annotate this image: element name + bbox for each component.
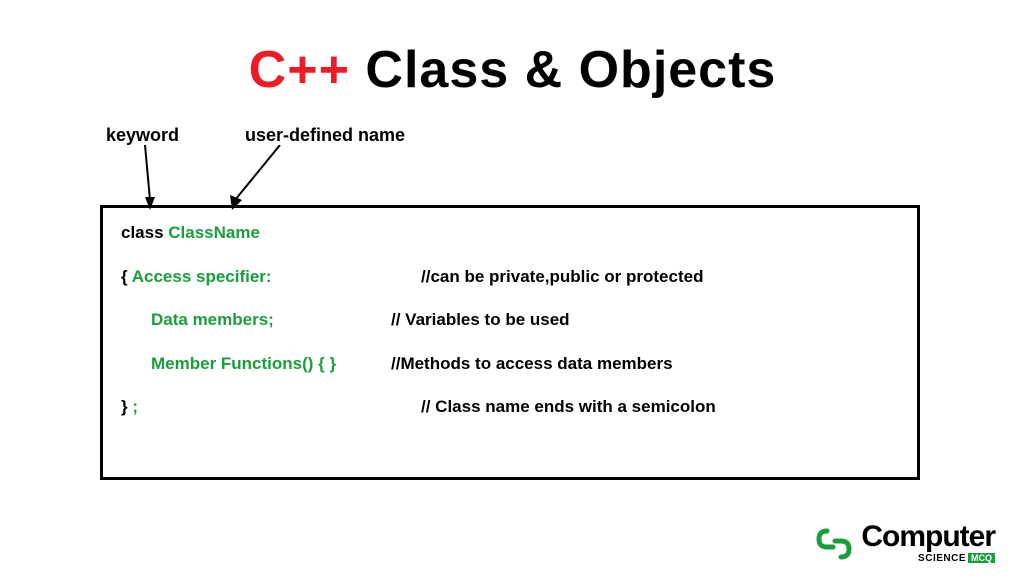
- label-userdefined: user-defined name: [245, 125, 405, 146]
- code-line-1: class ClassName: [121, 220, 899, 246]
- comment-data: // Variables to be used: [391, 307, 570, 333]
- code-line-5: } ; // Class name ends with a semicolon: [121, 394, 899, 420]
- logo-area: Computer SCIENCEMCQ: [813, 523, 995, 565]
- comment-methods: //Methods to access data members: [391, 351, 673, 377]
- title-rest: Class & Objects: [350, 41, 776, 99]
- logo-mcq-badge: MCQ: [968, 553, 995, 563]
- logo-sub-row: SCIENCEMCQ: [918, 550, 995, 564]
- code-line-4: Member Functions() { } //Methods to acce…: [121, 351, 899, 377]
- class-keyword: class: [121, 223, 168, 242]
- close-brace: }: [121, 397, 132, 416]
- code-line-2: { Access specifier: //can be private,pub…: [121, 264, 899, 290]
- code-line-3: Data members; // Variables to be used: [121, 307, 899, 333]
- logo-main-text: Computer: [861, 523, 995, 550]
- label-keyword: keyword: [106, 125, 179, 146]
- logo-chain-icon: [813, 523, 855, 565]
- open-brace: {: [121, 267, 132, 286]
- access-specifier: Access specifier:: [132, 267, 272, 286]
- semicolon: ;: [132, 397, 138, 416]
- data-members: Data members;: [151, 310, 274, 329]
- title-cpp: C++: [249, 41, 350, 99]
- logo-text-block: Computer SCIENCEMCQ: [861, 523, 995, 564]
- member-functions: Member Functions() { }: [151, 354, 336, 373]
- code-box: class ClassName { Access specifier: //ca…: [100, 205, 920, 480]
- class-name: ClassName: [168, 223, 260, 242]
- comment-access: //can be private,public or protected: [421, 264, 703, 290]
- logo-sub-text: SCIENCE: [918, 553, 966, 564]
- comment-semicolon: // Class name ends with a semicolon: [421, 394, 716, 420]
- page-title: C++ Class & Objects: [0, 40, 1025, 100]
